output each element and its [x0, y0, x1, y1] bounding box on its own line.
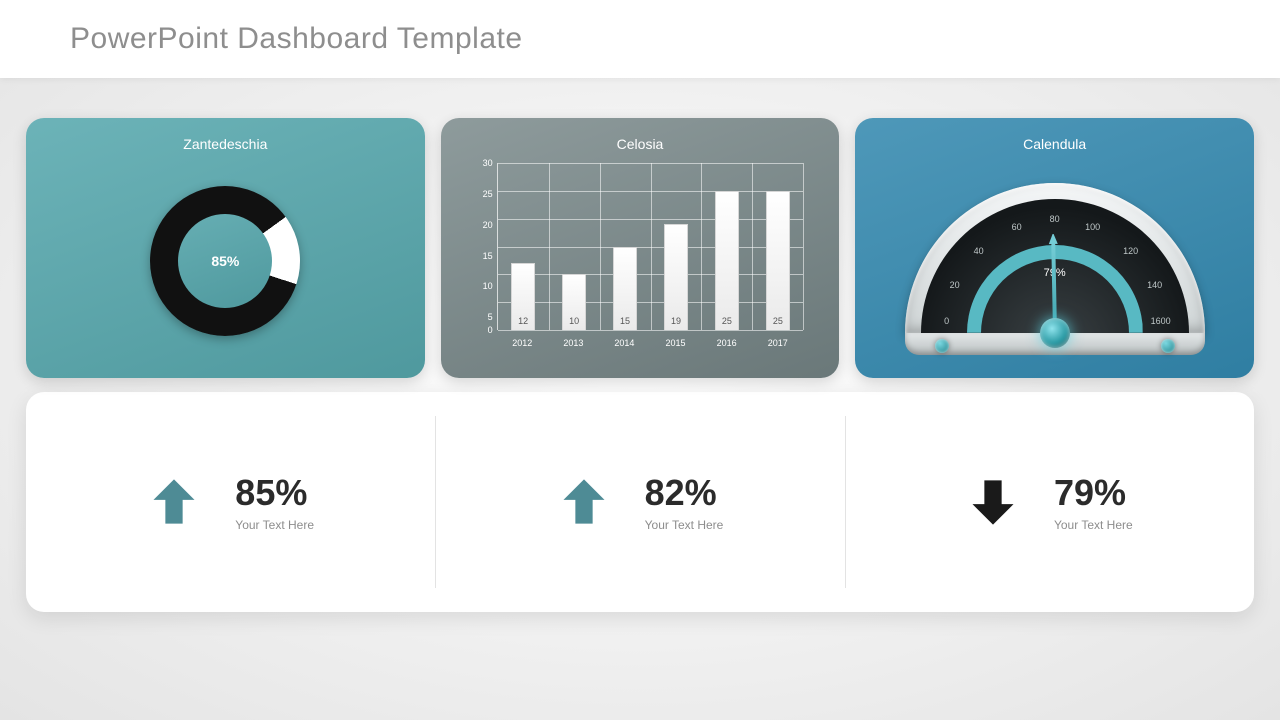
- gauge-tick: 1600: [1151, 316, 1171, 326]
- xtick: 2015: [651, 338, 701, 348]
- stat-percent: 79%: [1054, 472, 1133, 514]
- bar-label: 25: [716, 316, 738, 326]
- gauge-chart: 0 20 40 60 80 100 120 140 1600 79%: [905, 183, 1205, 355]
- xtick: 2012: [497, 338, 547, 348]
- charts-row: Zantedeschia 85% Celosia 30 25 20 15 10 …: [0, 78, 1280, 378]
- donut-center-label: 85%: [178, 214, 272, 308]
- bar-2016: 25: [715, 191, 739, 330]
- card-title: Calendula: [855, 118, 1254, 152]
- bar-2015: 19: [664, 224, 688, 330]
- gauge-hub: [1040, 318, 1070, 348]
- card-title: Zantedeschia: [26, 118, 425, 152]
- stat-percent: 85%: [235, 472, 314, 514]
- arrow-down-icon: [966, 475, 1020, 529]
- card-calendula: Calendula 0 20 40 60 80 100 120 140 1600: [855, 118, 1254, 378]
- bar-2012: 12: [511, 263, 535, 330]
- gauge-tick: 100: [1085, 222, 1100, 232]
- stat-subtext: Your Text Here: [645, 518, 724, 532]
- xtick: 2017: [753, 338, 803, 348]
- arrow-up-icon: [557, 475, 611, 529]
- gauge-tick: 80: [1050, 214, 1060, 224]
- stat-subtext: Your Text Here: [235, 518, 314, 532]
- bar-label: 10: [563, 316, 585, 326]
- donut-ring: 85%: [150, 186, 300, 336]
- arrow-up-icon: [147, 475, 201, 529]
- gauge-tick: 140: [1147, 280, 1162, 290]
- ytick: 25: [471, 189, 493, 199]
- bar-2013: 10: [562, 274, 586, 330]
- bar-label: 19: [665, 316, 687, 326]
- bar-label: 15: [614, 316, 636, 326]
- stats-row: 85% Your Text Here 82% Your Text Here 79…: [26, 392, 1254, 612]
- stat-2: 82% Your Text Here: [435, 392, 844, 612]
- stat-1: 85% Your Text Here: [26, 392, 435, 612]
- slide-title: PowerPoint Dashboard Template: [70, 22, 1280, 56]
- ytick: 5: [471, 312, 493, 322]
- gauge-tick: 20: [950, 280, 960, 290]
- stat-percent: 82%: [645, 472, 724, 514]
- xtick: 2013: [548, 338, 598, 348]
- gauge-tick: 40: [974, 246, 984, 256]
- bar-label: 25: [767, 316, 789, 326]
- donut-chart: 85%: [150, 186, 300, 336]
- bar-2017: 25: [766, 191, 790, 330]
- ytick: 10: [471, 281, 493, 291]
- ytick: 15: [471, 251, 493, 261]
- slide-header: PowerPoint Dashboard Template: [0, 0, 1280, 78]
- stat-3: 79% Your Text Here: [845, 392, 1254, 612]
- xtick: 2014: [599, 338, 649, 348]
- ytick: 0: [471, 325, 493, 335]
- ytick: 30: [471, 158, 493, 168]
- ytick: 20: [471, 220, 493, 230]
- stat-subtext: Your Text Here: [1054, 518, 1133, 532]
- gauge-tick: 0: [944, 316, 949, 326]
- xtick: 2016: [702, 338, 752, 348]
- bar-chart: 30 25 20 15 10 5 0: [471, 163, 810, 348]
- gauge-tick: 60: [1012, 222, 1022, 232]
- card-title: Celosia: [441, 118, 840, 152]
- card-celosia: Celosia 30 25 20 15 10 5 0: [441, 118, 840, 378]
- bar-label: 12: [512, 316, 534, 326]
- gauge-knob-left: [935, 339, 949, 353]
- card-zantedeschia: Zantedeschia 85%: [26, 118, 425, 378]
- gauge-tick: 120: [1123, 246, 1138, 256]
- plot-area: 12 10 15 19 25 25: [497, 163, 804, 330]
- bar-2014: 15: [613, 247, 637, 331]
- gauge-knob-right: [1161, 339, 1175, 353]
